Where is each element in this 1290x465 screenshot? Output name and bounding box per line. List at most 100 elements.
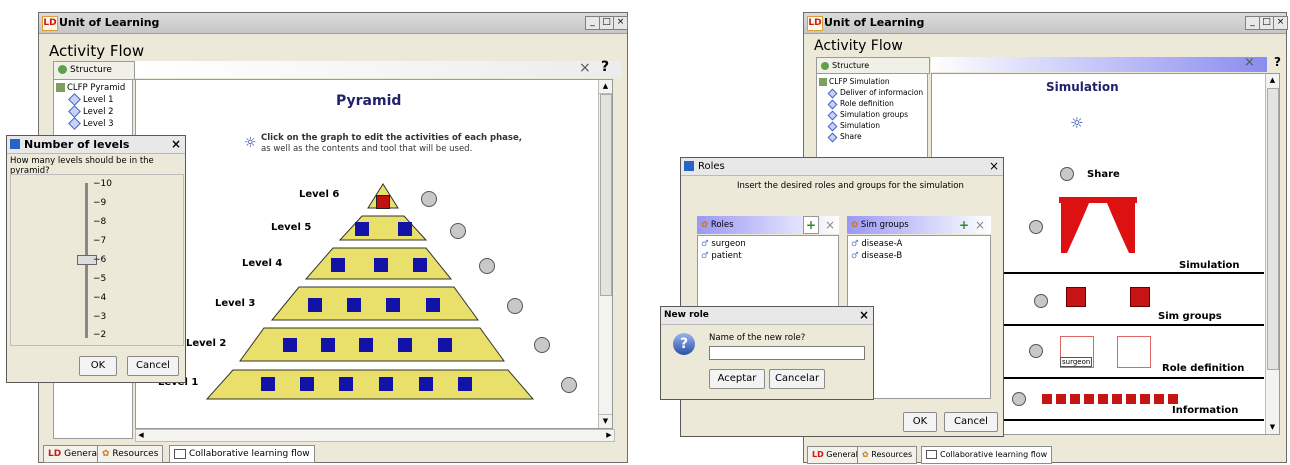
information-circle[interactable] — [1012, 392, 1026, 406]
level-1-circle[interactable] — [561, 377, 577, 393]
ok-button[interactable]: OK — [903, 412, 937, 432]
scroll-thumb[interactable] — [600, 94, 612, 296]
activity-square[interactable] — [374, 258, 388, 272]
dialog-close-icon[interactable]: × — [859, 307, 869, 324]
help-icon[interactable]: ? — [1274, 55, 1281, 69]
structure-tab[interactable]: Structure — [53, 61, 135, 80]
activity-square[interactable] — [355, 222, 369, 236]
tab-general[interactable]: LD General — [43, 445, 105, 463]
tree-item-simulation[interactable]: Simulation — [827, 121, 880, 131]
slider-tick-10: −10 — [93, 179, 112, 189]
vertical-scrollbar[interactable]: ▲ ▼ — [1265, 74, 1279, 434]
minimize-button[interactable]: _ — [1245, 16, 1260, 30]
diamond-icon — [68, 93, 81, 106]
activity-square[interactable] — [283, 338, 297, 352]
activity-square[interactable] — [347, 298, 361, 312]
level-6-circle[interactable] — [421, 191, 437, 207]
activity-square[interactable] — [438, 338, 452, 352]
information-squares[interactable] — [1042, 394, 1182, 404]
tab-collaborative-flow[interactable]: Collaborative learning flow — [921, 446, 1053, 464]
close-canvas-icon[interactable]: × — [1244, 55, 1255, 70]
role-icon: ♂ — [701, 239, 709, 249]
level-4-circle[interactable] — [479, 258, 495, 274]
tree-item-simulation-groups[interactable]: Simulation groups — [827, 110, 908, 120]
tab-resources[interactable]: ✿ Resources — [857, 446, 918, 464]
tab-resources[interactable]: ✿ Resources — [97, 445, 164, 463]
pyramid-level-3[interactable] — [270, 286, 479, 321]
activity-square[interactable] — [458, 377, 472, 391]
maximize-button[interactable]: □ — [599, 16, 614, 30]
activity-square[interactable] — [419, 377, 433, 391]
tree-root[interactable]: CLFP Simulation — [819, 77, 890, 86]
add-group-button[interactable]: + — [959, 216, 969, 234]
tree-item-deliver[interactable]: Deliver of informacion — [827, 88, 923, 98]
list-item[interactable]: ♂ disease-B — [851, 251, 902, 261]
remove-group-icon[interactable]: × — [975, 216, 985, 234]
tab-collaborative-flow[interactable]: Collaborative learning flow — [169, 445, 315, 463]
activity-square[interactable] — [379, 377, 393, 391]
pyramid-level-5[interactable] — [338, 215, 428, 241]
scroll-down-arrow[interactable]: ▼ — [1266, 421, 1279, 434]
scroll-up-arrow[interactable]: ▲ — [1266, 74, 1279, 87]
scroll-up-arrow[interactable]: ▲ — [599, 80, 612, 94]
tree-item-level-2[interactable]: Level 2 — [68, 105, 114, 118]
vertical-scrollbar[interactable]: ▲ ▼ — [598, 80, 612, 428]
cancel-button[interactable]: Cancel — [127, 356, 179, 376]
activity-square[interactable] — [308, 298, 322, 312]
activity-square[interactable] — [359, 338, 373, 352]
horizontal-scrollbar[interactable]: ◀ ▶ — [135, 429, 615, 442]
ok-button[interactable]: OK — [79, 356, 117, 376]
help-icon[interactable]: ? — [601, 59, 609, 75]
group-icon-2[interactable] — [1130, 287, 1150, 307]
scroll-thumb[interactable] — [1267, 88, 1279, 370]
accept-button[interactable]: Aceptar — [709, 369, 765, 389]
tree-item-role-definition[interactable]: Role definition — [827, 99, 894, 109]
restore-button[interactable]: □ — [1259, 16, 1274, 30]
activity-square[interactable] — [339, 377, 353, 391]
dialog-close-icon[interactable]: × — [989, 158, 999, 175]
pyramid-level-1[interactable] — [205, 369, 535, 400]
activity-square[interactable] — [398, 338, 412, 352]
list-item[interactable]: ♂ surgeon — [701, 239, 746, 249]
scroll-down-arrow[interactable]: ▼ — [599, 414, 612, 428]
minimize-button[interactable]: _ — [585, 16, 600, 30]
tree-item-share[interactable]: Share — [827, 132, 862, 142]
tree-item-level-1[interactable]: Level 1 — [68, 93, 114, 106]
share-circle[interactable] — [1060, 167, 1074, 181]
activity-square[interactable] — [413, 258, 427, 272]
new-role-input[interactable] — [709, 346, 865, 360]
group-icon-1[interactable] — [1066, 287, 1086, 307]
tree-root[interactable]: CLFP Pyramid — [56, 83, 125, 93]
role-icon-2[interactable] — [1117, 336, 1151, 368]
tree-item-level-3[interactable]: Level 3 — [68, 117, 114, 130]
add-role-button[interactable]: + — [802, 216, 819, 234]
scroll-left-arrow[interactable]: ◀ — [136, 430, 146, 441]
dialog-close-icon[interactable]: × — [171, 136, 181, 153]
activity-square[interactable] — [376, 195, 390, 209]
structure-tab[interactable]: Structure — [816, 57, 930, 74]
cancel-button[interactable]: Cancel — [944, 412, 998, 432]
close-button[interactable]: × — [613, 16, 628, 30]
list-item[interactable]: ♂ disease-A — [851, 239, 902, 249]
simulation-circle[interactable] — [1029, 220, 1043, 234]
cancel-new-role-button[interactable]: Cancelar — [769, 369, 825, 389]
list-item[interactable]: ♂ patient — [701, 251, 742, 261]
sim-groups-circle[interactable] — [1034, 294, 1048, 308]
level-5-circle[interactable] — [450, 223, 466, 239]
activity-square[interactable] — [300, 377, 314, 391]
activity-square[interactable] — [426, 298, 440, 312]
close-canvas-icon[interactable]: × — [579, 60, 591, 76]
tab-general[interactable]: LD General — [807, 446, 863, 464]
activity-square[interactable] — [321, 338, 335, 352]
activity-square[interactable] — [398, 222, 412, 236]
role-definition-circle[interactable] — [1029, 344, 1043, 358]
level-2-circle[interactable] — [534, 337, 550, 353]
activity-square[interactable] — [261, 377, 275, 391]
curtain-icon[interactable] — [1059, 197, 1137, 253]
activity-square[interactable] — [386, 298, 400, 312]
remove-role-icon[interactable]: × — [825, 216, 835, 234]
close-button[interactable]: × — [1273, 16, 1288, 30]
level-3-circle[interactable] — [507, 298, 523, 314]
scroll-right-arrow[interactable]: ▶ — [604, 430, 614, 441]
activity-square[interactable] — [331, 258, 345, 272]
